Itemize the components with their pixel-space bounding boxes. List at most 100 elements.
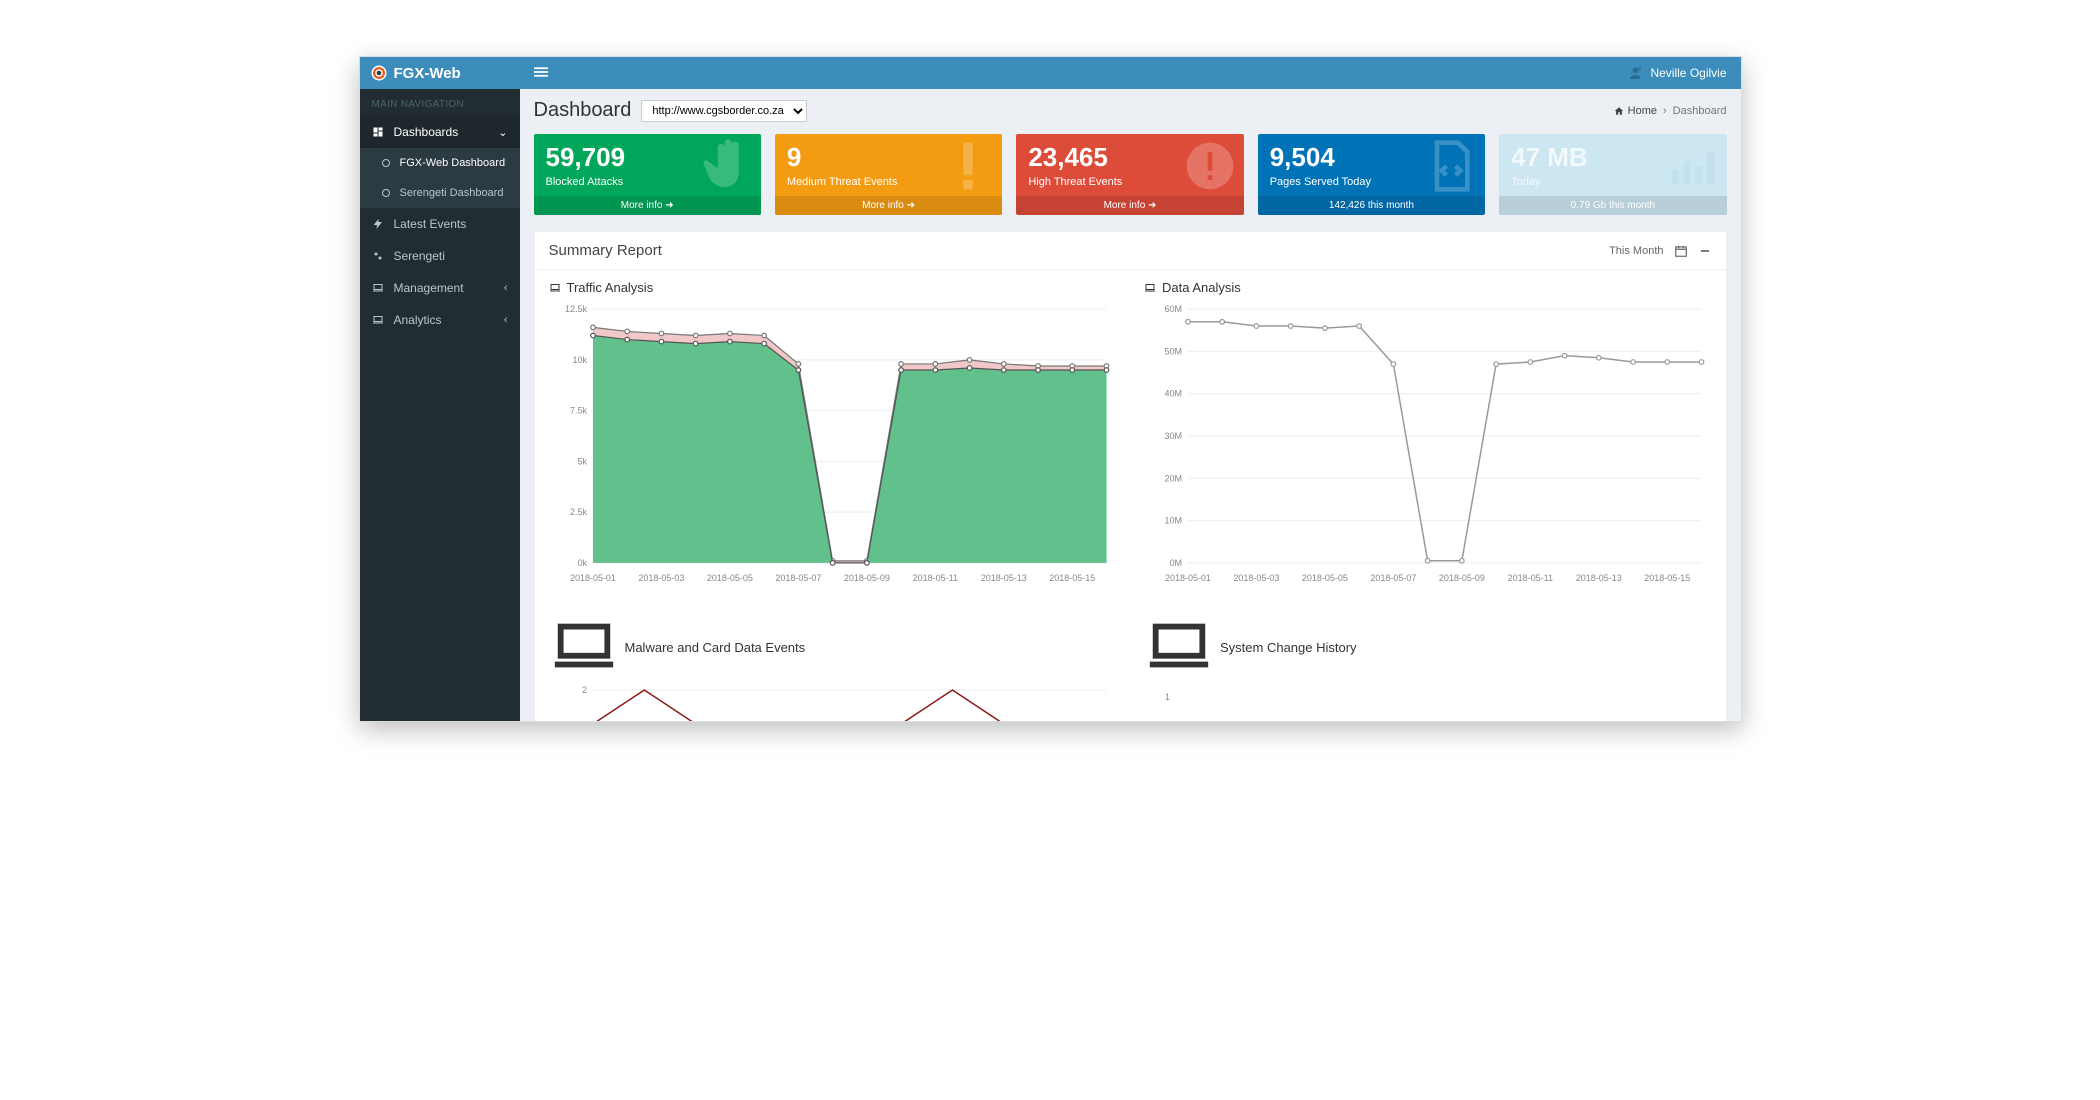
svg-text:2018-05-11: 2018-05-11 xyxy=(912,573,957,583)
breadcrumb: Home › Dashboard xyxy=(1614,105,1727,117)
laptop-icon xyxy=(372,314,384,326)
alert-circle-icon xyxy=(1182,138,1238,194)
user-name: Neville Ogilvie xyxy=(1650,66,1726,80)
tile-footer: 0.79 Gb this month xyxy=(1499,196,1726,215)
svg-text:2018-05-01: 2018-05-01 xyxy=(569,573,615,583)
svg-text:2018-05-11: 2018-05-11 xyxy=(1508,573,1553,583)
sidebar-item-latest-events[interactable]: Latest Events xyxy=(360,208,520,240)
data-chart-panel: Data Analysis 0M10M20M30M40M50M60M2018-0… xyxy=(1130,270,1726,602)
sidebar-header: MAIN NAVIGATION xyxy=(360,89,520,116)
brand[interactable]: FGX-Web xyxy=(360,57,520,89)
system-chart-panel: System Change History 1 xyxy=(1130,602,1726,722)
sidebar-item-label: Serengeti xyxy=(394,249,445,263)
laptop-icon xyxy=(549,612,619,682)
malware-chart: 2 xyxy=(549,682,1117,722)
bolt-icon xyxy=(372,218,384,230)
svg-text:2018-05-05: 2018-05-05 xyxy=(706,573,752,583)
hand-icon xyxy=(699,138,755,194)
tile-more-info[interactable]: More info ➜ xyxy=(534,196,761,215)
page-header: Dashboard http://www.cgsborder.co.za Hom… xyxy=(520,89,1741,124)
exclamation-icon xyxy=(940,138,996,194)
app-frame: FGX-Web Neville Ogilvie MAIN NAVIGATION … xyxy=(359,56,1742,722)
svg-text:60M: 60M xyxy=(1164,304,1181,314)
tile-high-threat: 23,465 High Threat Events More info ➜ xyxy=(1016,134,1243,215)
chevron-down-icon: ⌄ xyxy=(498,126,507,139)
svg-text:10M: 10M xyxy=(1164,516,1181,526)
arrow-icon: ➜ xyxy=(1148,200,1156,211)
sidebar-item-label: FGX-Web Dashboard xyxy=(400,157,506,169)
tile-more-info[interactable]: More info ➜ xyxy=(775,196,1002,215)
tile-medium-threat: 9 Medium Threat Events More info ➜ xyxy=(775,134,1002,215)
home-icon xyxy=(1614,106,1624,116)
svg-text:2018-05-15: 2018-05-15 xyxy=(1644,573,1690,583)
page-title: Dashboard xyxy=(534,99,632,122)
circle-icon xyxy=(382,159,390,167)
sidebar-item-analytics[interactable]: Analytics ‹ xyxy=(360,304,520,336)
svg-text:50M: 50M xyxy=(1164,346,1181,356)
sidebar-item-fgx-dashboard[interactable]: FGX-Web Dashboard xyxy=(360,148,520,178)
collapse-icon[interactable] xyxy=(1698,244,1712,258)
data-chart: 0M10M20M30M40M50M60M2018-05-012018-05-03… xyxy=(1144,301,1712,591)
tile-more-info[interactable]: More info ➜ xyxy=(1016,196,1243,215)
svg-text:2018-05-09: 2018-05-09 xyxy=(1439,573,1485,583)
svg-text:2018-05-01: 2018-05-01 xyxy=(1165,573,1211,583)
svg-text:2018-05-09: 2018-05-09 xyxy=(843,573,889,583)
svg-text:2018-05-07: 2018-05-07 xyxy=(1370,573,1416,583)
svg-text:2018-05-13: 2018-05-13 xyxy=(1576,573,1622,583)
svg-text:2: 2 xyxy=(581,685,586,695)
svg-text:5k: 5k xyxy=(577,456,587,466)
svg-text:7.5k: 7.5k xyxy=(569,406,586,416)
sidebar-sub-dashboards: FGX-Web Dashboard Serengeti Dashboard xyxy=(360,148,520,208)
code-file-icon xyxy=(1423,138,1479,194)
tile-label: Today xyxy=(1511,176,1714,188)
chart-title: Traffic Analysis xyxy=(567,280,654,295)
sidebar-item-label: Serengeti Dashboard xyxy=(400,187,504,199)
user-menu[interactable]: Neville Ogilvie xyxy=(1628,65,1726,81)
arrow-icon: ➜ xyxy=(907,200,915,211)
brand-label: FGX-Web xyxy=(394,65,461,82)
chart-title: System Change History xyxy=(1220,640,1357,655)
laptop-icon xyxy=(1144,282,1156,294)
svg-text:2.5k: 2.5k xyxy=(569,507,586,517)
cogs-icon xyxy=(372,250,384,262)
site-select[interactable]: http://www.cgsborder.co.za xyxy=(641,100,807,122)
dashboard-icon xyxy=(372,126,384,138)
laptop-icon xyxy=(1144,612,1214,682)
tile-value: 47 MB xyxy=(1511,144,1714,170)
tile-footer: 142,426 this month xyxy=(1258,196,1485,215)
sidebar-item-serengeti[interactable]: Serengeti xyxy=(360,240,520,272)
laptop-icon xyxy=(372,282,384,294)
summary-panel: Summary Report This Month Traffic Analys… xyxy=(534,231,1727,722)
topbar: FGX-Web Neville Ogilvie xyxy=(360,57,1741,89)
svg-text:0k: 0k xyxy=(577,558,587,568)
calendar-icon[interactable] xyxy=(1674,244,1688,258)
svg-text:20M: 20M xyxy=(1164,473,1181,483)
range-label[interactable]: This Month xyxy=(1609,245,1663,257)
main-content: Dashboard http://www.cgsborder.co.za Hom… xyxy=(520,89,1741,721)
svg-text:2018-05-05: 2018-05-05 xyxy=(1302,573,1348,583)
user-icon xyxy=(1628,65,1644,81)
sidebar-item-dashboards[interactable]: Dashboards ⌄ xyxy=(360,116,520,148)
chevron-left-icon: ‹ xyxy=(504,282,508,294)
malware-chart-panel: Malware and Card Data Events 2 xyxy=(535,602,1131,722)
sidebar-item-label: Latest Events xyxy=(394,217,467,231)
svg-text:2018-05-03: 2018-05-03 xyxy=(638,573,684,583)
laptop-icon xyxy=(549,282,561,294)
traffic-chart: 0k 2.5k 5k 7.5k 10k 12.5k 2018-05-01 2018-05-03… xyxy=(549,301,1117,591)
svg-text:2018-05-03: 2018-05-03 xyxy=(1233,573,1279,583)
svg-text:12.5k: 12.5k xyxy=(564,304,586,314)
svg-text:30M: 30M xyxy=(1164,431,1181,441)
tile-data-today: 47 MB Today 0.79 Gb this month xyxy=(1499,134,1726,215)
nav-toggle-button[interactable] xyxy=(534,65,548,82)
svg-text:10k: 10k xyxy=(572,355,587,365)
breadcrumb-current: Dashboard xyxy=(1673,105,1727,117)
stat-tiles: 59,709 Blocked Attacks More info ➜ 9 Med… xyxy=(520,124,1741,225)
arrow-icon: ➜ xyxy=(665,200,673,211)
globe-icon xyxy=(370,64,394,82)
tile-blocked-attacks: 59,709 Blocked Attacks More info ➜ xyxy=(534,134,761,215)
sidebar-item-label: Analytics xyxy=(394,313,442,327)
breadcrumb-home[interactable]: Home xyxy=(1614,105,1657,117)
sidebar: MAIN NAVIGATION Dashboards ⌄ FGX-Web Das… xyxy=(360,89,520,721)
sidebar-item-management[interactable]: Management ‹ xyxy=(360,272,520,304)
sidebar-item-serengeti-dashboard[interactable]: Serengeti Dashboard xyxy=(360,178,520,208)
